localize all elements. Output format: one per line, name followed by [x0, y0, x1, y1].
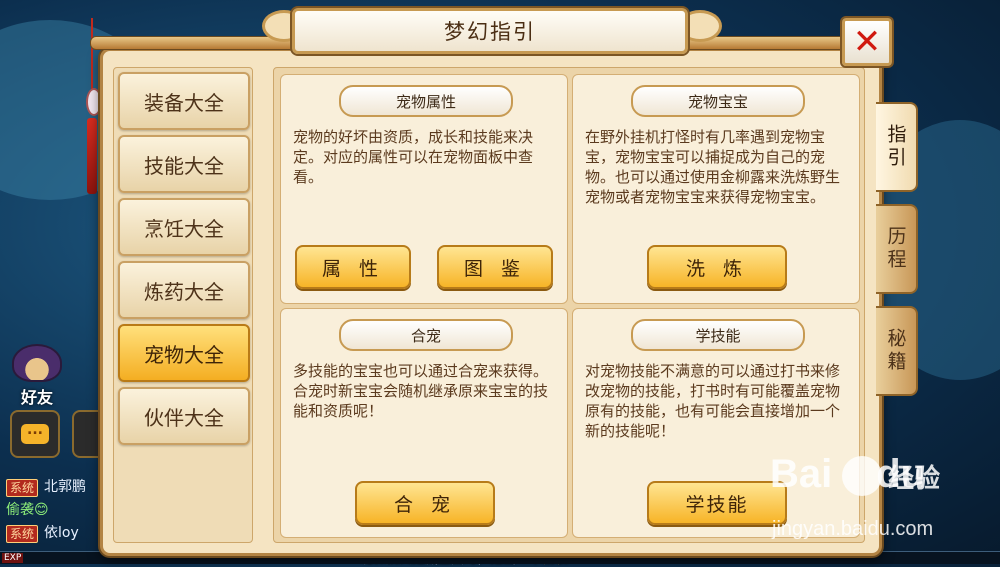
close-icon: ✕ — [852, 22, 882, 62]
panel-description: 在野外挂机打怪时有几率遇到宠物宝宝，宠物宝宝可以捕捉成为自己的宠物。也可以通过使… — [585, 128, 841, 206]
category-sidebar: 装备大全 技能大全 烹饪大全 炼药大全 宠物大全 伙伴大全 — [113, 67, 253, 543]
chat-line: 系统 北郭鹏 — [6, 476, 86, 499]
panel-description: 宠物的好坏由资质，成长和技能来决定。对应的属性可以在宠物面板中查看。 — [293, 128, 534, 186]
friend-label: 好友 — [20, 388, 53, 407]
chat-line: 偷袭😊 — [6, 499, 86, 522]
category-equipment[interactable]: 装备大全 — [118, 72, 250, 130]
chat-log: 系统 北郭鹏 偷袭😊 系统 依loy — [6, 476, 86, 545]
tab-cheats[interactable]: 秘籍 — [876, 306, 918, 396]
panel-title: 学技能 — [631, 319, 805, 351]
panel-merge-pets: 合宠 多技能的宝宝也可以通过合宠来获得。合宠时新宝宝会随机继承原来宝宝的技能和资… — [280, 308, 568, 538]
close-button[interactable]: ✕ — [842, 18, 892, 66]
tab-guide[interactable]: 指引 — [876, 102, 918, 192]
panel-pet-attributes: 宠物属性 宠物的好坏由资质，成长和技能来决定。对应的属性可以在宠物面板中查看。 … — [280, 74, 568, 304]
chat-text: 偷袭😊 — [6, 502, 49, 518]
chat-button[interactable] — [10, 410, 60, 458]
learn-skill-button[interactable]: 学技能 — [647, 481, 787, 525]
panel-title: 宠物属性 — [339, 85, 513, 117]
chat-text: 北郭鹏 — [44, 479, 87, 495]
panel-pet-babies: 宠物宝宝 在野外挂机打怪时有几率遇到宠物宝宝，宠物宝宝可以捕捉成为自己的宠物。也… — [572, 74, 860, 304]
category-pets[interactable]: 宠物大全 — [118, 324, 250, 382]
tassel-ornament — [84, 18, 102, 194]
dialog-title: 梦幻指引 — [292, 8, 688, 54]
tab-history[interactable]: 历程 — [876, 204, 918, 294]
panel-description: 对宠物技能不满意的可以通过打书来修改宠物的技能，打书时有可能覆盖宠物原有的技能，… — [585, 362, 841, 440]
watermark-cn: 经验 — [888, 464, 941, 494]
panel-learn-skills: 学技能 对宠物技能不满意的可以通过打书来修改宠物的技能，打书时有可能覆盖宠物原有… — [572, 308, 860, 538]
panel-description: 多技能的宝宝也可以通过合宠来获得。合宠时新宝宝会随机继承原来宝宝的技能和资质呢！ — [293, 362, 549, 420]
content-area: 宠物属性 宠物的好坏由资质，成长和技能来决定。对应的属性可以在宠物面板中查看。 … — [273, 67, 865, 543]
panel-title: 宠物宝宝 — [631, 85, 805, 117]
chat-text: 依loy — [44, 525, 79, 541]
friend-button[interactable]: 好友 — [4, 344, 70, 407]
guide-dialog: 装备大全 技能大全 烹饪大全 炼药大全 宠物大全 伙伴大全 宠物属性 宠物的好坏… — [100, 48, 882, 556]
handbook-button[interactable]: 图 鉴 — [437, 245, 553, 289]
panel-title: 合宠 — [339, 319, 513, 351]
system-tag: 系统 — [6, 524, 39, 543]
merge-button[interactable]: 合 宠 — [355, 481, 495, 525]
category-partners[interactable]: 伙伴大全 — [118, 387, 250, 445]
exp-label: EXP — [2, 553, 24, 563]
attributes-button[interactable]: 属 性 — [295, 245, 411, 289]
refine-button[interactable]: 洗 炼 — [647, 245, 787, 289]
category-cooking[interactable]: 烹饪大全 — [118, 198, 250, 256]
avatar — [12, 344, 62, 382]
chat-bubble-icon — [21, 422, 49, 444]
system-tag: 系统 — [6, 478, 39, 497]
category-alchemy[interactable]: 炼药大全 — [118, 261, 250, 319]
chat-line: 系统 依loy — [6, 522, 86, 545]
category-skills[interactable]: 技能大全 — [118, 135, 250, 193]
